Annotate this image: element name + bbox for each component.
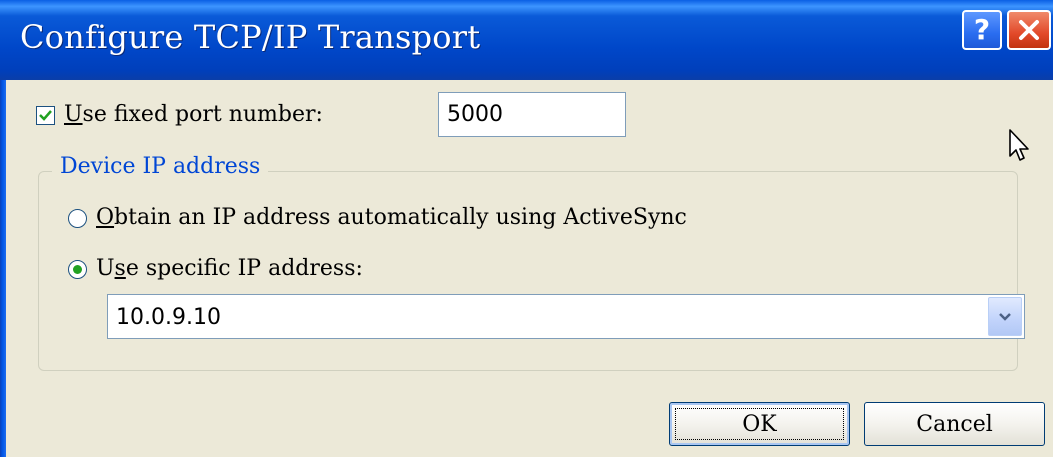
ok-button[interactable]: OK bbox=[669, 402, 850, 446]
window-border bbox=[0, 80, 6, 457]
use-specific-ip-label[interactable]: Use specific IP address: bbox=[96, 256, 363, 281]
checkmark-icon bbox=[39, 110, 52, 121]
radio-use-specific-ip[interactable] bbox=[68, 260, 87, 279]
close-icon bbox=[1019, 20, 1039, 40]
title-bar[interactable]: Configure TCP/IP Transport ? bbox=[0, 0, 1053, 80]
window-title: Configure TCP/IP Transport bbox=[20, 18, 481, 56]
help-icon: ? bbox=[973, 13, 991, 46]
radio-obtain-automatically[interactable] bbox=[68, 209, 87, 228]
radio-selected-dot bbox=[73, 265, 82, 274]
port-number-field[interactable] bbox=[439, 93, 625, 136]
chevron-down-icon bbox=[999, 312, 1011, 321]
cancel-button-label: Cancel bbox=[916, 411, 993, 437]
fixed-port-label[interactable]: Use fixed port number: bbox=[64, 102, 323, 127]
ip-address-combobox[interactable]: 10.0.9.10 bbox=[107, 294, 1025, 339]
ip-address-value: 10.0.9.10 bbox=[116, 305, 221, 330]
close-button[interactable] bbox=[1007, 10, 1051, 50]
mouse-pointer-icon bbox=[1009, 129, 1029, 161]
help-button[interactable]: ? bbox=[962, 10, 1002, 50]
focus-rectangle bbox=[675, 408, 844, 440]
obtain-automatically-label[interactable]: Obtain an IP address automatically using… bbox=[96, 205, 687, 230]
port-number-input[interactable] bbox=[438, 92, 626, 137]
device-ip-group-label: Device IP address bbox=[52, 154, 269, 179]
cancel-button[interactable]: Cancel bbox=[864, 402, 1045, 446]
ip-dropdown-button[interactable] bbox=[988, 297, 1022, 336]
fixed-port-checkbox[interactable] bbox=[36, 106, 55, 125]
dialog-window: Configure TCP/IP Transport ? Use fixed p… bbox=[0, 0, 1053, 457]
